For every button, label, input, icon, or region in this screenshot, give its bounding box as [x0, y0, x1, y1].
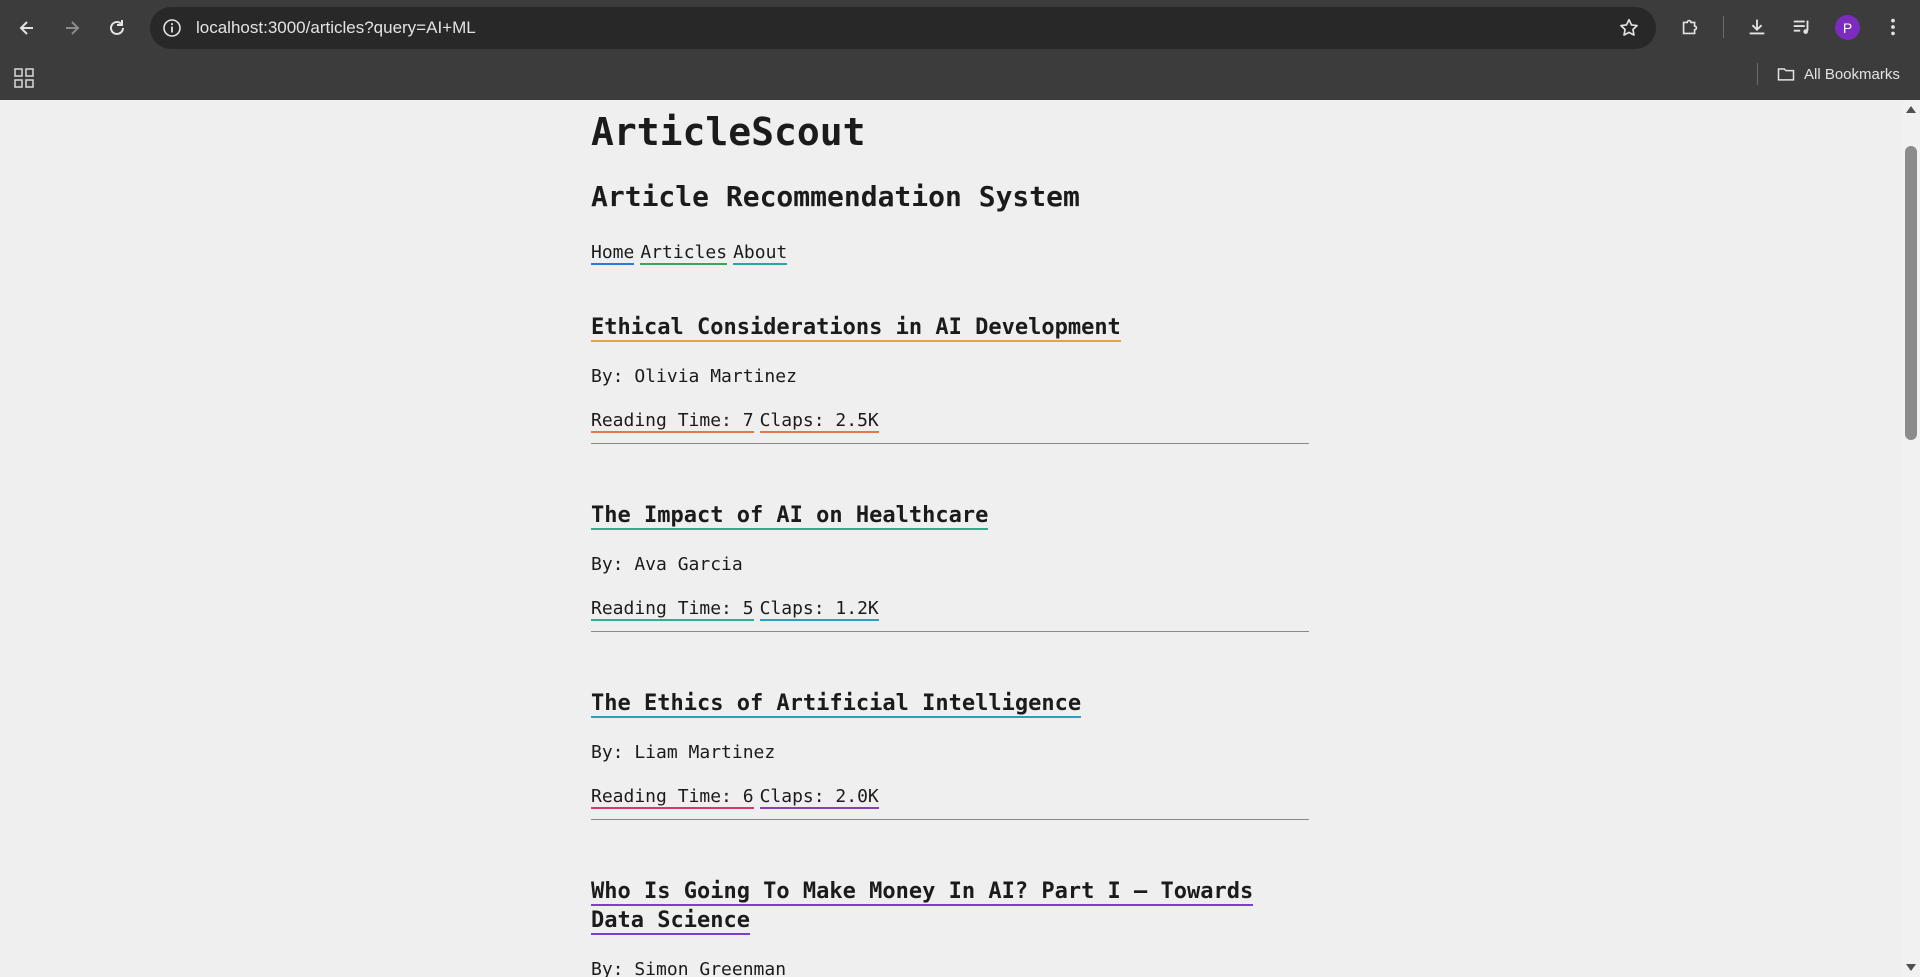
- url-text[interactable]: localhost:3000/articles?query=AI+ML: [196, 7, 476, 49]
- all-bookmarks-button[interactable]: All Bookmarks: [1776, 56, 1900, 92]
- article-title-link[interactable]: The Impact of AI on Healthcare: [591, 503, 989, 530]
- article-card: Ethical Considerations in AI Development…: [591, 314, 1309, 444]
- info-icon[interactable]: [162, 18, 182, 38]
- article-meta: Reading Time: 6 Claps: 2.0K: [591, 785, 1309, 809]
- address-bar[interactable]: localhost:3000/articles?query=AI+ML: [150, 7, 1656, 49]
- kebab-menu-icon: [1891, 18, 1895, 36]
- apps-grid-icon[interactable]: [12, 66, 36, 90]
- back-button[interactable]: [11, 12, 43, 44]
- forward-button[interactable]: [56, 12, 88, 44]
- scroll-down-arrow-icon[interactable]: [1906, 964, 1916, 971]
- scroll-up-arrow-icon[interactable]: [1906, 106, 1916, 113]
- claps-link[interactable]: Claps: 2.5K: [759, 410, 879, 433]
- media-button[interactable]: [1789, 14, 1815, 40]
- site-nav: Home Articles About: [591, 242, 1309, 265]
- site-title: ArticleScout: [591, 110, 866, 154]
- folder-icon: [1777, 68, 1795, 81]
- main-content: ArticleScout Article Recommendation Syst…: [591, 100, 1309, 977]
- page-scrollbar[interactable]: [1902, 100, 1920, 977]
- reading-time-link[interactable]: Reading Time: 7: [591, 410, 754, 433]
- profile-avatar[interactable]: P: [1835, 15, 1860, 40]
- site-subtitle: Article Recommendation System: [591, 180, 1080, 213]
- all-bookmarks-label: All Bookmarks: [1804, 65, 1900, 83]
- browser-chrome: localhost:3000/articles?query=AI+ML P Al…: [0, 0, 1920, 100]
- nav-link-articles[interactable]: Articles: [640, 242, 728, 265]
- nav-link-home[interactable]: Home: [591, 242, 635, 265]
- playlist-icon: [1793, 20, 1809, 34]
- claps-link[interactable]: Claps: 1.2K: [759, 598, 879, 621]
- article-meta: Reading Time: 5 Claps: 1.2K: [591, 597, 1309, 621]
- bookmarks-divider: [1757, 63, 1758, 85]
- extensions-button[interactable]: [1677, 14, 1703, 40]
- reload-button[interactable]: [101, 12, 133, 44]
- puzzle-icon: [1682, 19, 1698, 35]
- article-title-link[interactable]: The Ethics of Artificial Intelligence: [591, 691, 1082, 718]
- bookmark-star-icon[interactable]: [1618, 17, 1640, 39]
- bookmarks-bar: [0, 56, 1920, 100]
- reload-icon: [110, 20, 124, 35]
- page-viewport: ArticleScout Article Recommendation Syst…: [0, 100, 1902, 977]
- article-title-link[interactable]: Ethical Considerations in AI Development: [591, 315, 1121, 342]
- reading-time-link[interactable]: Reading Time: 6: [591, 786, 754, 809]
- article-card: The Impact of AI on Healthcare By: Ava G…: [591, 502, 1309, 632]
- article-author: By: Liam Martinez: [591, 742, 776, 763]
- arrow-right-icon: [66, 21, 80, 35]
- menu-button[interactable]: [1880, 14, 1906, 40]
- scrollbar-thumb[interactable]: [1905, 146, 1917, 440]
- article-author: By: Ava Garcia: [591, 554, 743, 575]
- nav-link-about[interactable]: About: [733, 242, 788, 265]
- claps-link[interactable]: Claps: 2.0K: [759, 786, 879, 809]
- article-title-link[interactable]: Who Is Going To Make Money In AI? Part I…: [591, 879, 1254, 935]
- toolbar: localhost:3000/articles?query=AI+ML P: [0, 0, 1920, 56]
- article-author: By: Olivia Martinez: [591, 366, 797, 387]
- arrow-left-icon: [19, 21, 33, 35]
- article-author: By: Simon Greenman: [591, 959, 787, 977]
- downloads-button[interactable]: [1744, 14, 1770, 40]
- toolbar-divider: [1723, 16, 1724, 38]
- article-card: The Ethics of Artificial Intelligence By…: [591, 690, 1309, 820]
- article-card: Who Is Going To Make Money In AI? Part I…: [591, 878, 1309, 977]
- article-meta: Reading Time: 7 Claps: 2.5K: [591, 409, 1309, 433]
- reading-time-link[interactable]: Reading Time: 5: [591, 598, 754, 621]
- download-icon: [1749, 19, 1765, 35]
